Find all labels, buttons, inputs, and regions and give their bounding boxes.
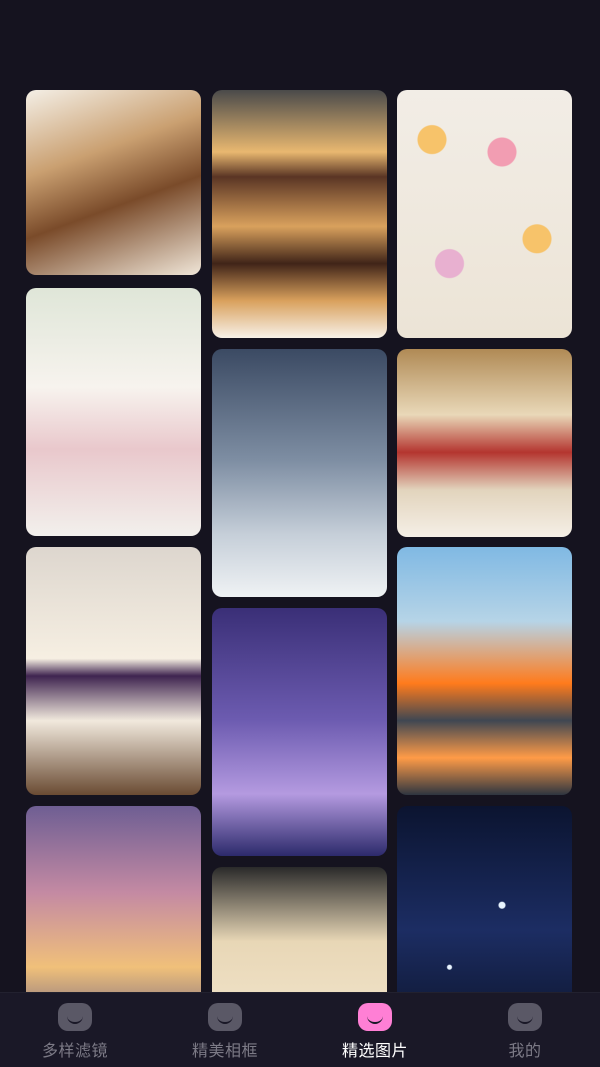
tab-featured-images[interactable]: 精选图片 <box>300 993 450 1067</box>
frame-face-icon <box>208 1003 242 1031</box>
tab-label: 我的 <box>508 1041 542 1060</box>
fruit-tarts-photo[interactable] <box>397 90 572 338</box>
purple-castle-photo[interactable] <box>212 608 387 856</box>
snowy-street-photo[interactable] <box>212 349 387 597</box>
bread-with-jam-photo[interactable] <box>397 349 572 537</box>
gallery-face-icon <box>358 1003 392 1031</box>
profile-face-icon <box>508 1003 542 1031</box>
macaron-box-photo[interactable] <box>26 288 201 536</box>
building-facade-photo[interactable] <box>212 867 387 992</box>
fireworks-photo[interactable] <box>397 806 572 992</box>
tab-label: 多样滤镜 <box>41 1041 108 1060</box>
tab-frames[interactable]: 精美相框 <box>150 993 300 1067</box>
blueberry-cheesecake-photo[interactable] <box>26 547 201 795</box>
pastry-shop-photo[interactable] <box>26 90 201 275</box>
tab-profile[interactable]: 我的 <box>450 993 600 1067</box>
tab-filters[interactable]: 多样滤镜 <box>0 993 150 1067</box>
donut-stack-photo[interactable] <box>212 90 387 338</box>
filter-face-icon <box>58 1003 92 1031</box>
castle-sunset-photo[interactable] <box>26 806 201 992</box>
orange-bus-photo[interactable] <box>397 547 572 795</box>
tab-label: 精选图片 <box>341 1041 408 1060</box>
image-gallery <box>26 90 572 992</box>
tab-label: 精美相框 <box>191 1041 258 1060</box>
bottom-tab-bar: 多样滤镜 精美相框 精选图片 我的 <box>0 992 600 1067</box>
